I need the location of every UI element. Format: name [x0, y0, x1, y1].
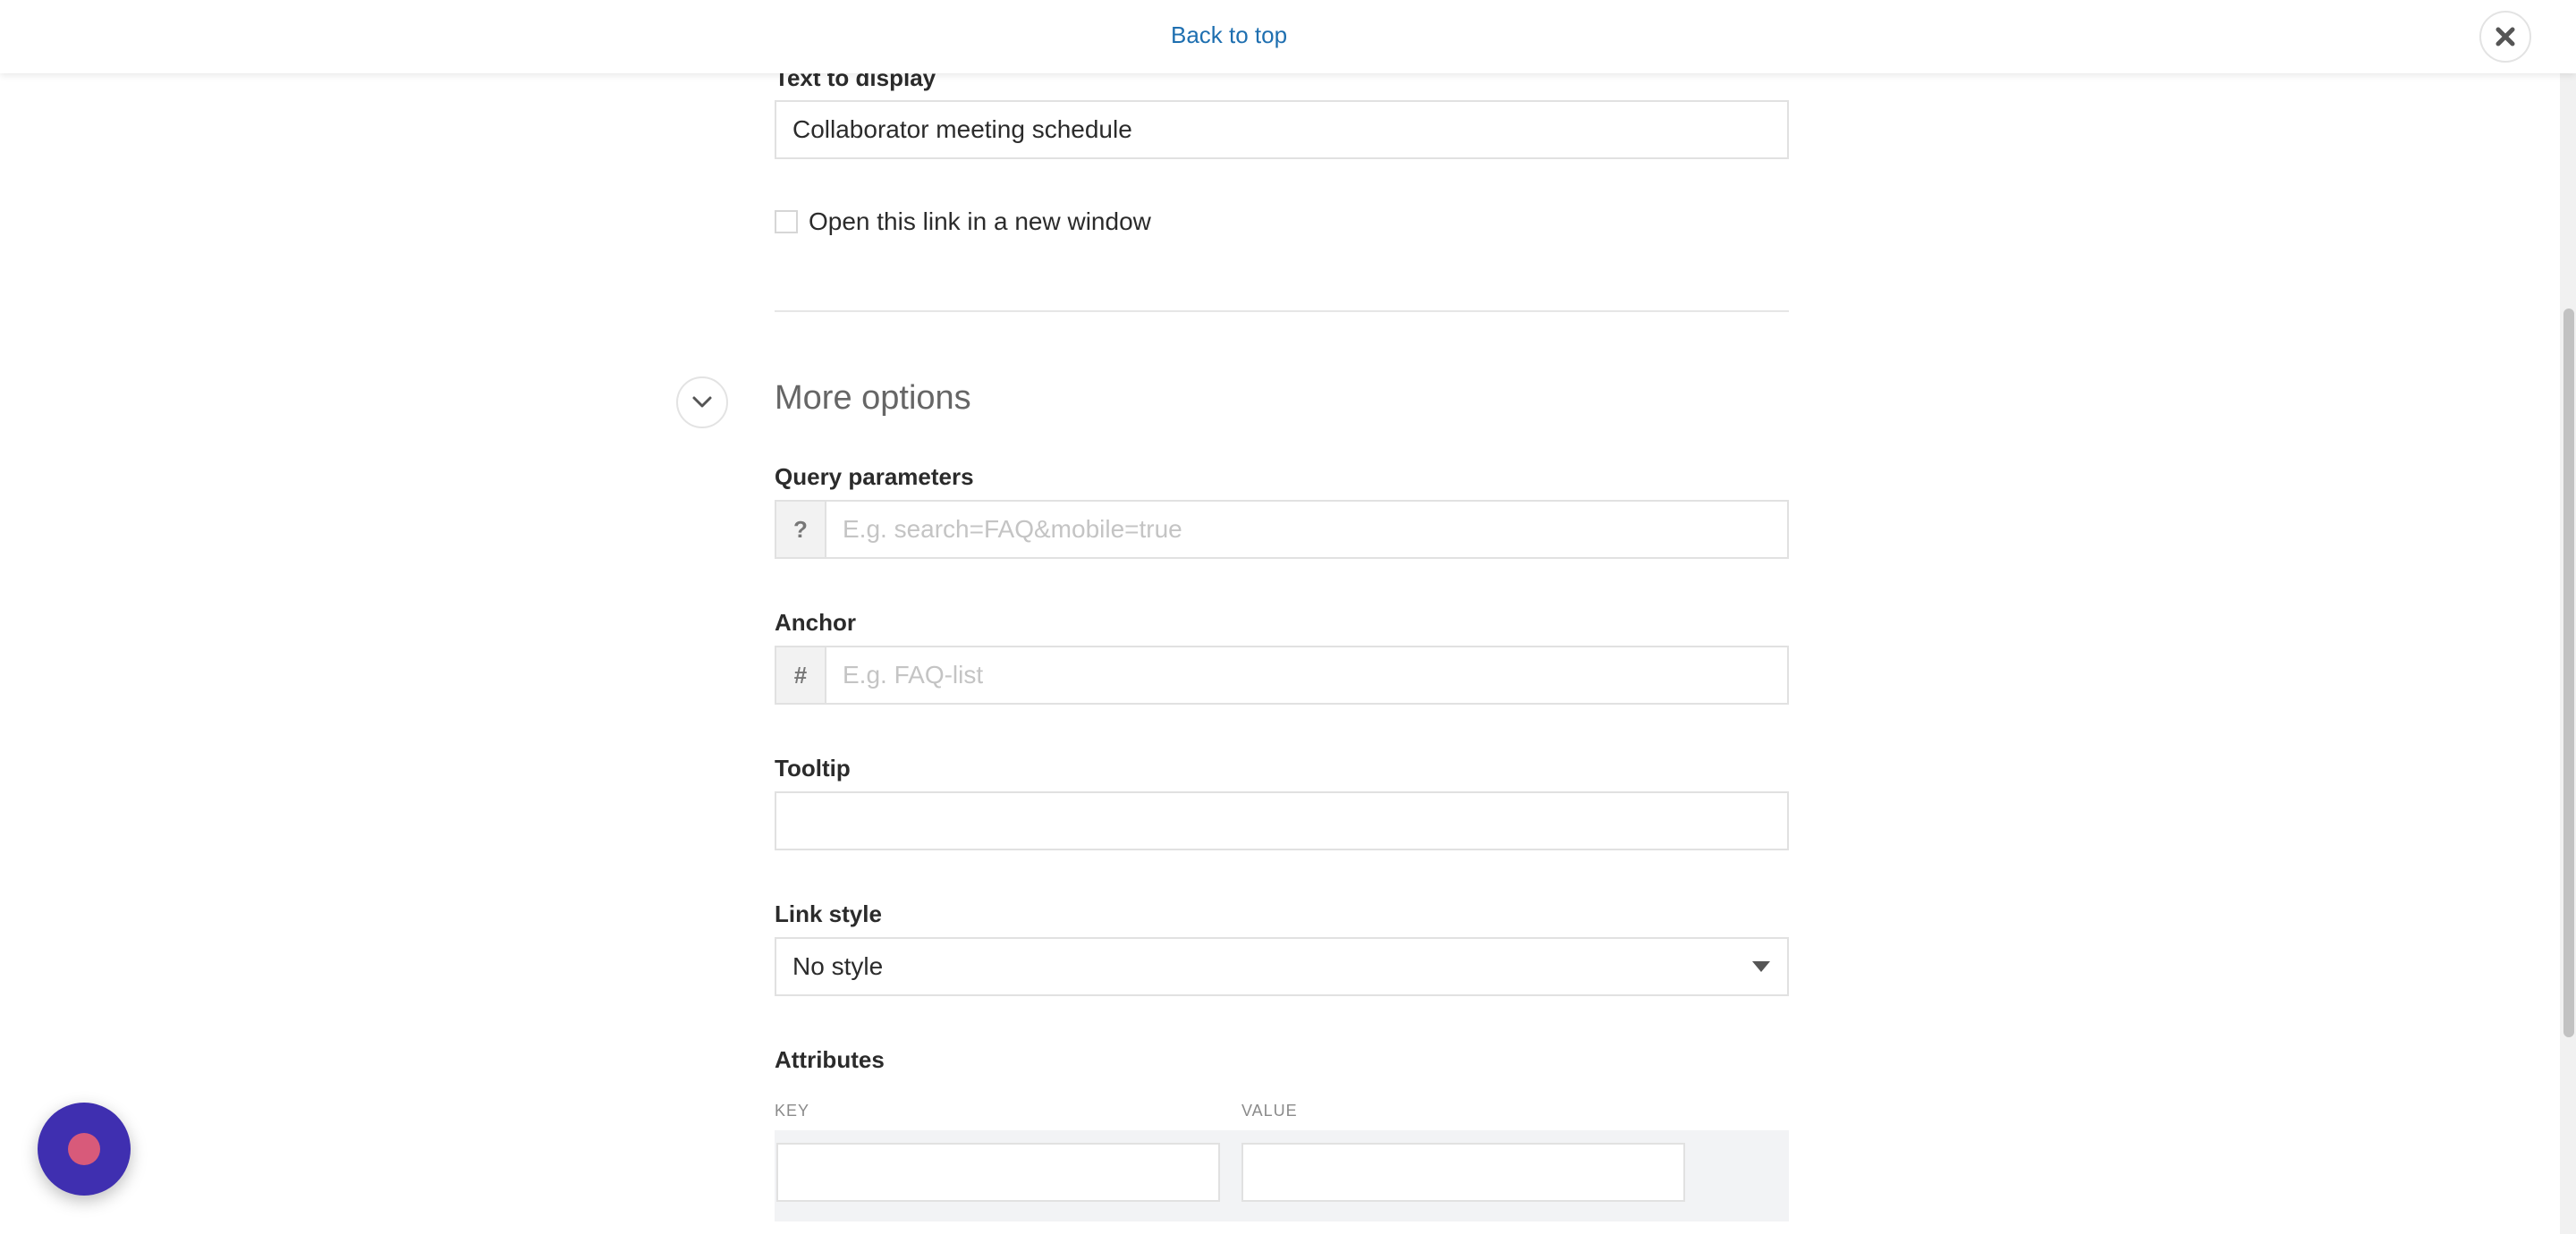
close-button[interactable] — [2479, 11, 2531, 63]
attribute-value-input[interactable] — [1241, 1143, 1685, 1202]
chevron-down-icon — [692, 396, 712, 408]
query-prefix: ? — [776, 502, 826, 557]
link-style-select[interactable]: No style — [775, 937, 1789, 996]
more-options-title: More options — [775, 379, 971, 417]
new-window-label: Open this link in a new window — [809, 207, 1151, 235]
text-to-display-input[interactable] — [775, 100, 1789, 159]
attributes-key-header: KEY — [775, 1102, 810, 1120]
tooltip-input[interactable] — [775, 791, 1789, 850]
anchor-prefix: # — [776, 647, 826, 703]
query-parameters-input[interactable] — [826, 502, 1787, 557]
anchor-field: # — [775, 646, 1789, 705]
new-window-option[interactable]: Open this link in a new window — [775, 207, 1151, 236]
scrollbar-thumb[interactable] — [2563, 308, 2574, 1037]
top-bar: Back to top — [0, 0, 2576, 73]
chat-icon — [68, 1133, 100, 1165]
query-parameters-field: ? — [775, 500, 1789, 559]
link-style-value: No style — [792, 952, 884, 980]
attributes-value-header: VALUE — [1241, 1102, 1298, 1120]
back-to-top-link[interactable]: Back to top — [1171, 21, 1287, 49]
anchor-label: Anchor — [775, 609, 856, 636]
attributes-row — [775, 1130, 1789, 1221]
more-options-toggle[interactable] — [676, 376, 728, 428]
new-window-checkbox[interactable] — [775, 210, 798, 233]
link-style-label: Link style — [775, 900, 882, 927]
close-icon — [2496, 27, 2515, 46]
anchor-input[interactable] — [826, 647, 1787, 703]
attribute-key-input[interactable] — [776, 1143, 1220, 1202]
tooltip-label: Tooltip — [775, 755, 851, 782]
section-divider — [775, 310, 1789, 312]
chat-launcher-button[interactable] — [38, 1103, 131, 1196]
query-parameters-label: Query parameters — [775, 463, 974, 490]
caret-down-icon — [1752, 961, 1770, 972]
attributes-label: Attributes — [775, 1046, 885, 1073]
